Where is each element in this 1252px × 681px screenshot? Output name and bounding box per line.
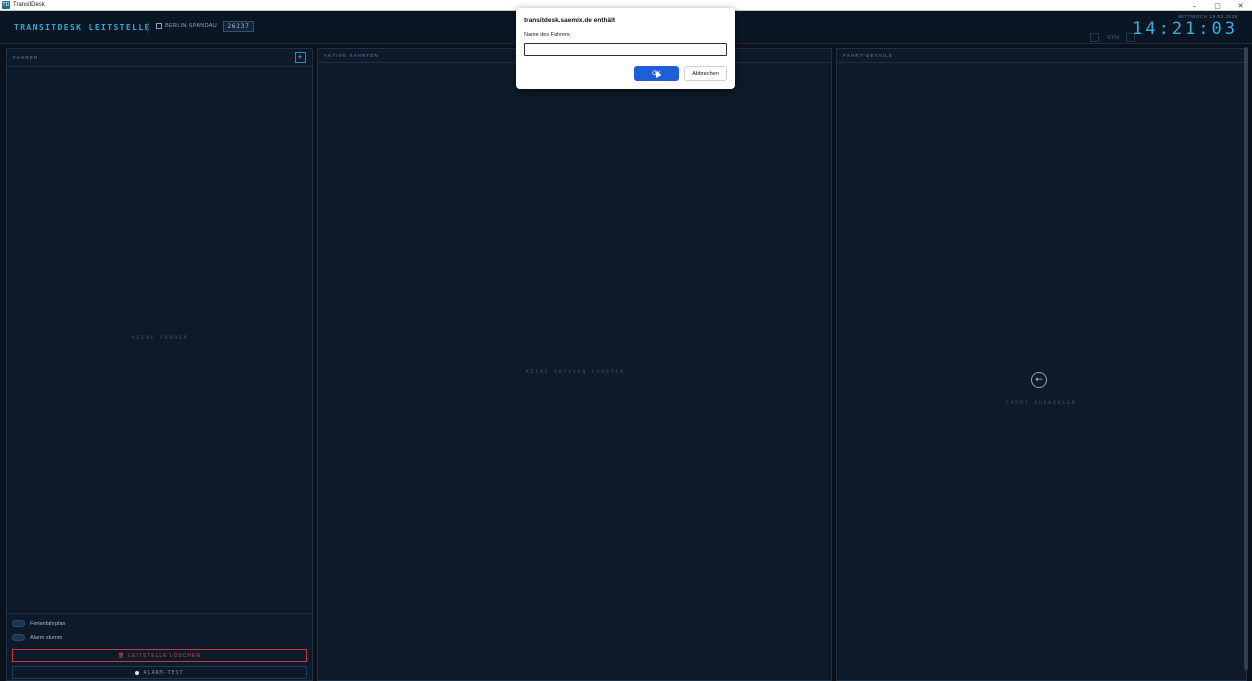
- mute-alarm-label: Alarm stumm: [30, 634, 63, 641]
- maximize-icon[interactable]: ▢: [1206, 0, 1229, 11]
- trash-icon: 🗑: [117, 652, 126, 659]
- prompt-dialog: transitdesk.saemix.de enthält Name des F…: [516, 8, 735, 89]
- drivers-panel-title: FAHRER: [13, 55, 39, 60]
- drivers-panel-header: FAHRER +: [7, 49, 312, 67]
- active-trips-panel: AKTIVE FAHRTEN: [317, 48, 832, 681]
- arrow-left-circle-icon: ←: [1031, 372, 1047, 388]
- trip-details-panel-header: FAHRT-DETAILS: [837, 49, 1246, 63]
- datetime-display: MITTWOCH 18.03.2026 14:21:03: [1132, 14, 1238, 39]
- active-trips-panel-title: AKTIVE FAHRTEN: [324, 53, 379, 58]
- delete-station-button[interactable]: 🗑 LEITSTELLE LÖSCHEN: [12, 649, 307, 662]
- dialog-title: transitdesk.saemix.de enthält: [524, 17, 616, 24]
- holiday-schedule-label: Ferienfahrplan: [30, 620, 66, 627]
- mute-alarm-toggle[interactable]: [12, 634, 25, 641]
- location-label: BERLIN-SPANDAU: [156, 23, 217, 29]
- window-title: TransitDesk: [13, 2, 45, 8]
- trip-details-panel-title: FAHRT-DETAILS: [843, 53, 893, 58]
- scrollbar[interactable]: [1244, 47, 1248, 670]
- alarm-test-button[interactable]: ALARM-TEST: [12, 666, 307, 679]
- location-text: BERLIN-SPANDAU: [165, 23, 218, 29]
- trip-details-empty-text: FAHRT AUSWÄHLEN: [1006, 401, 1077, 406]
- header-divider: [147, 22, 148, 33]
- holiday-schedule-toggle[interactable]: [12, 620, 25, 627]
- station-code-badge[interactable]: 26237: [223, 21, 254, 32]
- alarm-test-label: ALARM-TEST: [143, 669, 184, 676]
- mute-alarm-toggle-row[interactable]: Alarm stumm: [12, 634, 62, 641]
- cancel-button[interactable]: Abbrechen: [684, 66, 727, 81]
- holiday-schedule-toggle-row[interactable]: Ferienfahrplan: [12, 620, 65, 627]
- add-driver-button[interactable]: +: [295, 52, 306, 63]
- active-trips-empty-text: KEINE AKTIVEN FAHRTEN: [526, 370, 625, 375]
- drivers-empty-text: KEINE FAHRER: [132, 336, 189, 341]
- minimize-icon[interactable]: –: [1183, 0, 1206, 11]
- building-icon: [156, 23, 162, 29]
- driver-name-label: Name des Fahrers:: [524, 32, 572, 38]
- close-icon[interactable]: ✕: [1229, 0, 1252, 11]
- app-icon: TD: [2, 1, 10, 9]
- sync-checkbox-left[interactable]: [1090, 33, 1099, 42]
- delete-station-label: LEITSTELLE LÖSCHEN: [128, 652, 202, 659]
- drivers-panel: FAHRER +: [6, 48, 313, 681]
- window-controls: – ▢ ✕: [1183, 0, 1252, 11]
- settings-divider: [6, 613, 313, 614]
- sync-label: SYN: [1107, 35, 1120, 41]
- driver-name-input[interactable]: [524, 43, 727, 56]
- brand-title: TRANSITDESK LEITSTELLE: [14, 23, 151, 32]
- clock: 14:21:03: [1132, 19, 1238, 39]
- bell-icon: [135, 670, 140, 675]
- trip-details-panel: FAHRT-DETAILS: [836, 48, 1247, 681]
